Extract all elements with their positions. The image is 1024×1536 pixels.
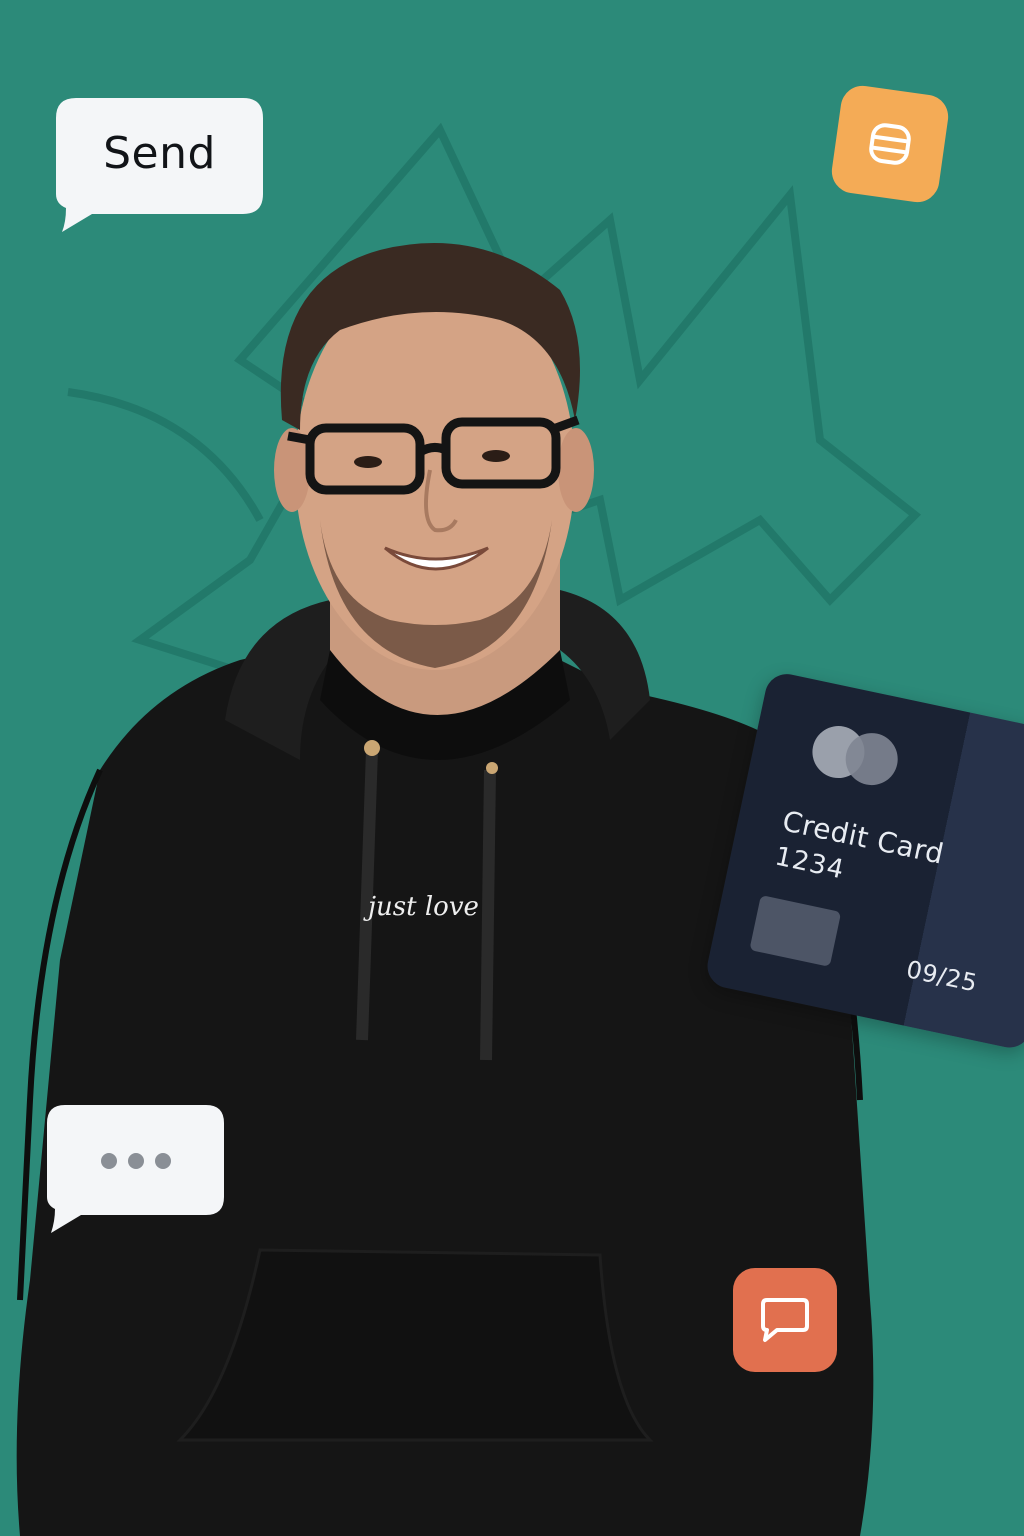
card-network-icon xyxy=(812,726,898,786)
hero-canvas: just love Send Credit Card 1234 09/25 xyxy=(0,0,1024,1536)
chat-icon xyxy=(761,1298,809,1342)
hoodie-print: just love xyxy=(363,892,479,922)
send-bubble[interactable]: Send xyxy=(56,98,263,232)
card-chip-icon xyxy=(749,895,842,967)
stack-icon xyxy=(869,123,911,165)
typing-bubble xyxy=(47,1105,224,1233)
ellipsis-icon xyxy=(47,1105,224,1233)
stack-app-icon[interactable] xyxy=(829,83,951,205)
send-label: Send xyxy=(103,128,216,179)
card-expiry: 09/25 xyxy=(903,955,980,998)
chat-app-icon[interactable] xyxy=(733,1268,837,1372)
